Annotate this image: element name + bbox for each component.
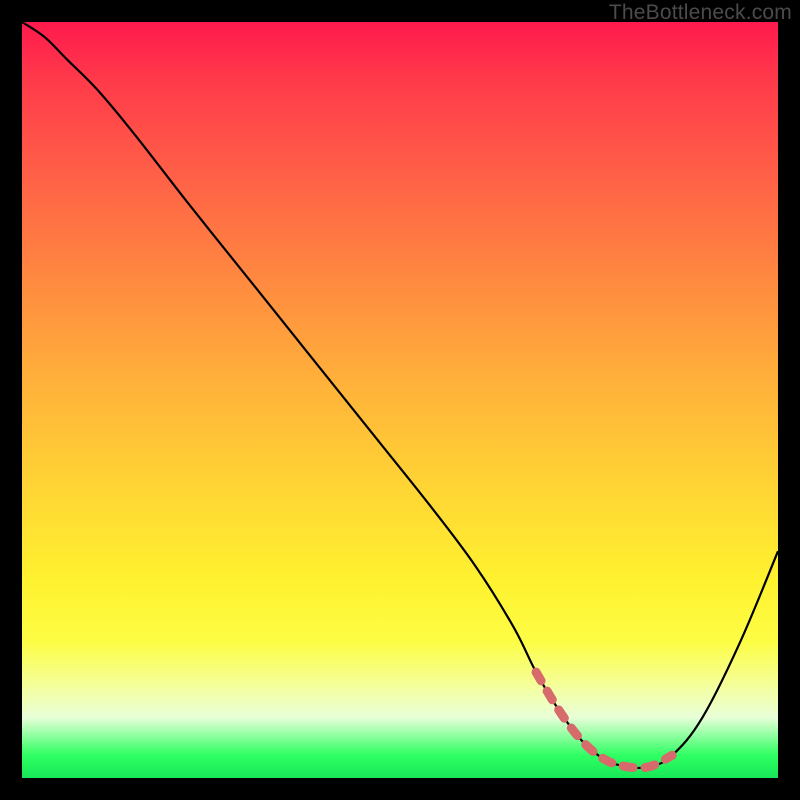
bottleneck-curve xyxy=(22,22,778,768)
chart-svg xyxy=(22,22,778,778)
chart-frame: TheBottleneck.com xyxy=(0,0,800,800)
highlight-segment xyxy=(536,672,672,768)
plot-area xyxy=(22,22,778,778)
